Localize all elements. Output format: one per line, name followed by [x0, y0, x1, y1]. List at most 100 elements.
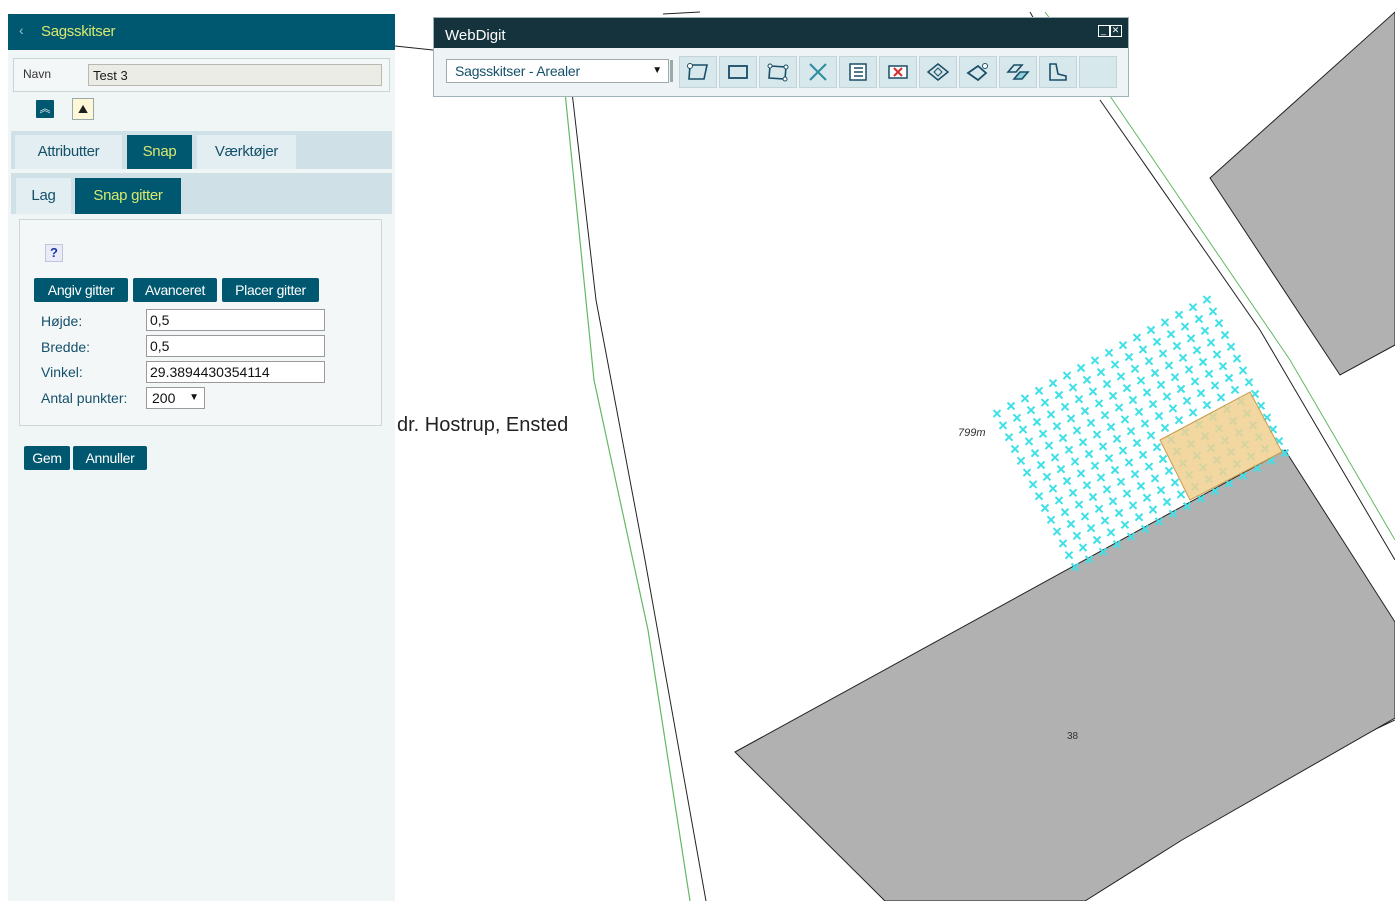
snap-point	[1128, 501, 1138, 510]
snap-point	[1098, 442, 1108, 451]
snap-point	[1076, 363, 1086, 373]
sketch-map-icon[interactable]: ⛰	[72, 98, 94, 120]
snap-point	[1194, 314, 1204, 324]
snap-subtabs: Lag Snap gitter	[11, 173, 392, 214]
snap-point	[1150, 474, 1160, 483]
snap-point	[1064, 550, 1074, 560]
snap-point	[1144, 462, 1154, 471]
snap-point	[1148, 505, 1158, 514]
toolbar-separator	[670, 60, 673, 82]
snap-point	[1010, 444, 1020, 454]
snap-point	[1118, 446, 1128, 455]
snap-point	[1104, 453, 1114, 463]
snap-point	[1062, 371, 1072, 380]
layer-select[interactable]: Sagsskitser - Arealer ▼	[446, 59, 669, 83]
snap-point	[1034, 491, 1044, 501]
snap-point	[1192, 345, 1202, 355]
attribute-list-icon[interactable]	[839, 56, 877, 88]
delete-cross-icon[interactable]	[799, 56, 837, 88]
snap-point	[1202, 400, 1212, 410]
snap-point	[1218, 361, 1228, 371]
snap-point	[1106, 422, 1116, 432]
snap-point	[1104, 348, 1114, 358]
subtab-snap-gitter[interactable]: Snap gitter	[75, 178, 181, 214]
snap-point	[1090, 461, 1100, 471]
snap-point	[1088, 492, 1098, 502]
snap-point	[1130, 469, 1140, 479]
snap-point	[1170, 478, 1180, 487]
snap-point	[1106, 528, 1116, 537]
back-arrow-icon[interactable]: ‹	[19, 22, 24, 38]
vinkel-label: Vinkel:	[41, 364, 83, 380]
move-icon[interactable]	[959, 56, 997, 88]
subtab-lag[interactable]: Lag	[16, 178, 71, 214]
snap-point	[1156, 485, 1166, 495]
hoejde-field[interactable]	[146, 309, 325, 331]
save-button[interactable]: Gem	[24, 446, 70, 470]
bredde-label: Bredde:	[41, 339, 91, 355]
snap-point	[1168, 404, 1178, 413]
snap-point	[1018, 425, 1028, 434]
minimize-icon[interactable]: _	[1098, 25, 1110, 37]
close-icon[interactable]: ✕	[1110, 25, 1122, 37]
snap-point	[1180, 322, 1190, 331]
webdigit-title: WebDigit	[445, 27, 506, 44]
name-field[interactable]	[88, 64, 382, 86]
cancel-button[interactable]: Annuller	[73, 446, 147, 470]
snap-point	[1086, 418, 1096, 428]
snap-point	[1100, 410, 1110, 420]
layer-select-value: Sagsskitser - Arealer	[455, 63, 580, 79]
draw-rectangle-icon[interactable]	[719, 56, 757, 88]
snap-point	[1056, 464, 1066, 474]
snap-point	[1212, 350, 1222, 359]
snap-point	[1144, 356, 1154, 366]
snap-point	[1004, 432, 1014, 442]
snap-point	[1140, 419, 1150, 428]
split-icon[interactable]	[1039, 56, 1077, 88]
draw-polygon-icon[interactable]	[679, 56, 717, 88]
snap-point	[1102, 485, 1112, 494]
snap-point	[1142, 388, 1152, 397]
window-controls: _ ✕	[1098, 22, 1122, 37]
snap-point	[1138, 450, 1148, 460]
angiv-gitter-button[interactable]: Angiv gitter	[34, 278, 128, 302]
snap-point	[1094, 504, 1104, 514]
tab-vaerktoejer[interactable]: Værktøjer	[197, 135, 296, 169]
snap-point	[1012, 413, 1022, 423]
avanceret-button[interactable]: Avanceret	[133, 278, 217, 302]
snap-point	[1148, 399, 1158, 409]
snap-point	[1146, 431, 1156, 440]
copy-icon[interactable]	[999, 56, 1037, 88]
snap-point	[1150, 368, 1160, 378]
snap-point	[1072, 426, 1082, 435]
snap-point	[1020, 394, 1030, 403]
snap-point	[1094, 399, 1104, 408]
bredde-field[interactable]	[146, 335, 325, 357]
placer-gitter-button[interactable]: Placer gitter	[222, 278, 319, 302]
snap-point	[1190, 377, 1200, 386]
name-row: Navn	[13, 58, 390, 92]
snap-point	[1090, 356, 1100, 365]
antal-punkter-select[interactable]: 200 ▼	[146, 387, 205, 409]
help-icon[interactable]: ?	[45, 244, 63, 262]
snap-point	[1160, 318, 1170, 327]
vinkel-field[interactable]	[146, 361, 325, 383]
webdigit-header[interactable]: WebDigit _ ✕	[434, 18, 1128, 48]
snap-point	[1068, 383, 1078, 392]
panel-title: Sagsskitser	[41, 23, 116, 40]
snap-point	[1198, 357, 1208, 367]
snap-point	[1114, 508, 1124, 518]
panel-icon-row: ︽ ⛰	[8, 92, 395, 124]
tab-attributter[interactable]: Attributter	[15, 135, 122, 169]
snap-point	[1204, 369, 1214, 379]
edit-vertices-icon[interactable]	[759, 56, 797, 88]
snap-point	[1048, 484, 1058, 493]
snap-point	[1110, 360, 1120, 369]
rotate-icon[interactable]	[919, 56, 957, 88]
snap-point	[1210, 381, 1220, 390]
snap-point	[1158, 349, 1168, 358]
webdigit-window: WebDigit _ ✕ Sagsskitser - Arealer ▼	[433, 17, 1129, 97]
delete-feature-icon[interactable]	[879, 56, 917, 88]
tab-snap[interactable]: Snap	[127, 135, 192, 169]
collapse-up-icon[interactable]: ︽	[36, 100, 54, 118]
